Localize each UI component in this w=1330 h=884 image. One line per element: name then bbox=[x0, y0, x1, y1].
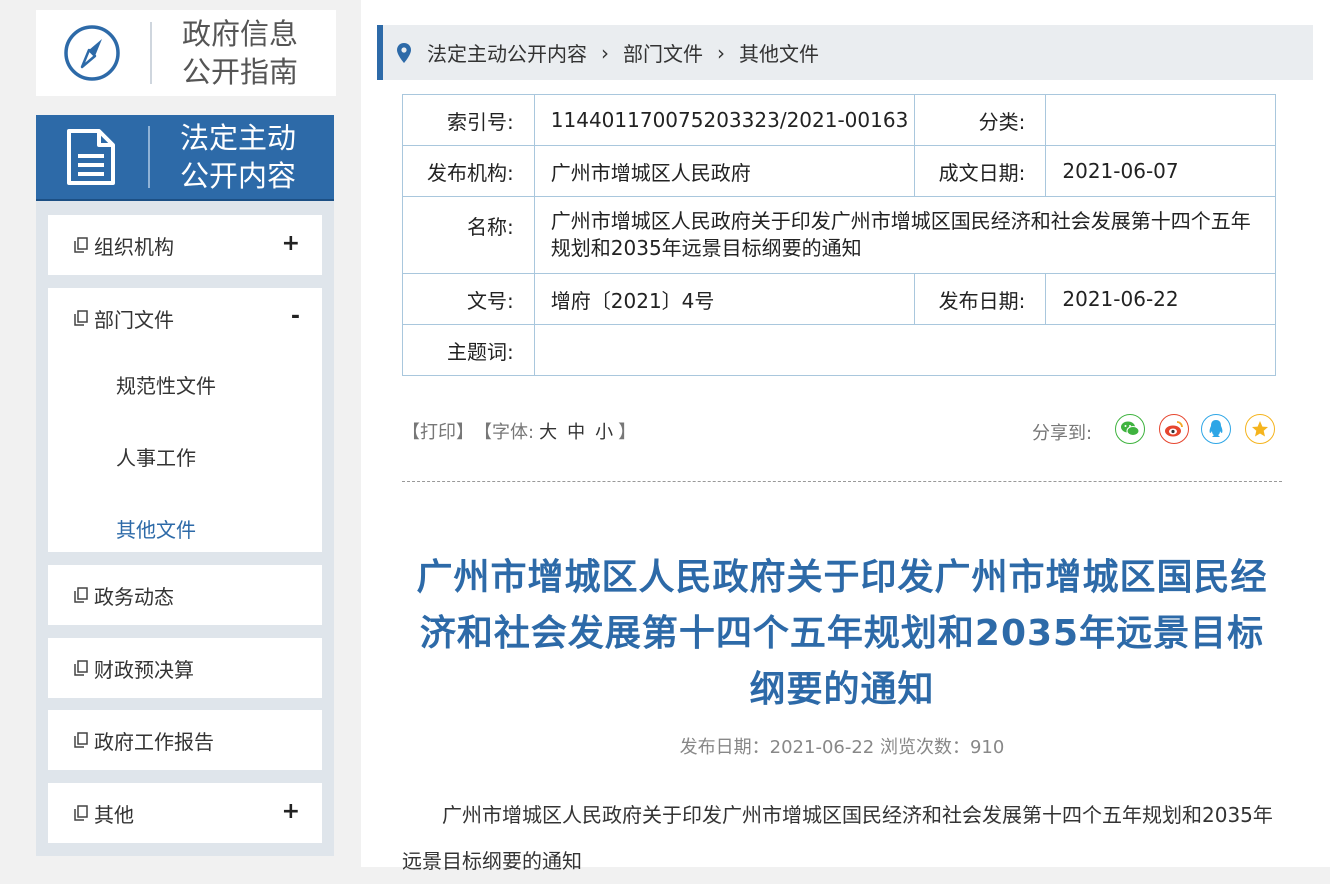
sub-item-normative[interactable]: 规范性文件 bbox=[48, 348, 322, 420]
font-large-button[interactable]: 大 bbox=[539, 418, 557, 444]
nav-item-budget[interactable]: 财政预决算 bbox=[48, 638, 322, 698]
nav-news: 政务动态 bbox=[48, 565, 322, 625]
breadcrumb-item-dept[interactable]: 部门文件 bbox=[623, 38, 703, 67]
publish-date-value: 2021-06-22 bbox=[1045, 273, 1276, 325]
weibo-icon[interactable] bbox=[1159, 414, 1189, 444]
nav-item-label: 政务动态 bbox=[94, 584, 174, 609]
nav-item-label: 其他 bbox=[94, 802, 134, 827]
doc-no-value: 增府〔2021〕4号 bbox=[533, 273, 915, 325]
nav-item-other[interactable]: 其他 + bbox=[48, 783, 322, 843]
document-info-table: 索引号: 114401170075203323/2021-00163 分类: 发… bbox=[402, 94, 1277, 376]
category-value bbox=[1045, 94, 1276, 146]
chevron-right-icon: › bbox=[717, 40, 725, 65]
doc-copy-icon bbox=[74, 237, 88, 253]
nav-item-label: 部门文件 bbox=[94, 307, 174, 332]
keywords-label: 主题词: bbox=[402, 324, 535, 376]
divider bbox=[150, 22, 152, 84]
font-size-prefix: 【字体: bbox=[474, 422, 535, 443]
nav-dept: 部门文件 - 规范性文件 人事工作 其他文件 bbox=[48, 288, 322, 552]
legal-content-title: 法定主动公开内容 bbox=[180, 121, 297, 193]
sub-item-personnel[interactable]: 人事工作 bbox=[48, 420, 322, 492]
divider bbox=[148, 126, 150, 188]
nav-item-dept-files[interactable]: 部门文件 - bbox=[48, 288, 322, 348]
table-row: 文号: 增府〔2021〕4号 发布日期: 2021-06-22 bbox=[402, 273, 1276, 325]
name-label: 名称: bbox=[402, 196, 535, 274]
name-value: 广州市增城区人民政府关于印发广州市增城区国民经济和社会发展第十四个五年规划和20… bbox=[533, 196, 1277, 274]
category-label: 分类: bbox=[913, 94, 1047, 146]
breadcrumb-item-legal[interactable]: 法定主动公开内容 bbox=[427, 38, 587, 67]
breadcrumb-item-other[interactable]: 其他文件 bbox=[739, 38, 819, 67]
location-pin-icon bbox=[397, 42, 411, 63]
font-small-button[interactable]: 小 bbox=[595, 418, 613, 444]
doc-no-label: 文号: bbox=[402, 273, 535, 325]
qzone-icon[interactable] bbox=[1245, 414, 1275, 444]
written-date-label: 成文日期: bbox=[913, 145, 1047, 197]
doc-copy-icon bbox=[74, 805, 88, 821]
nav-item-label: 组织机构 bbox=[94, 234, 174, 259]
font-size-suffix: 】 bbox=[618, 422, 637, 443]
guide-title: 政府信息公开指南 bbox=[182, 17, 299, 89]
doc-copy-icon bbox=[74, 587, 88, 603]
share-label: 分享到: bbox=[1032, 423, 1093, 444]
nav-item-gov-news[interactable]: 政务动态 bbox=[48, 565, 322, 625]
legal-content-header[interactable]: 法定主动公开内容 bbox=[36, 115, 334, 201]
doc-copy-icon bbox=[74, 310, 88, 326]
guide-link[interactable]: 政府信息公开指南 bbox=[36, 10, 336, 96]
nav-item-org[interactable]: 组织机构 + bbox=[48, 215, 322, 275]
divider bbox=[402, 481, 1282, 482]
keywords-value bbox=[533, 324, 1277, 376]
index-label: 索引号: bbox=[402, 94, 535, 146]
nav-org: 组织机构 + bbox=[48, 215, 322, 275]
table-row: 索引号: 114401170075203323/2021-00163 分类: bbox=[402, 94, 1276, 146]
expand-toggle[interactable]: + bbox=[282, 231, 300, 256]
collapse-toggle[interactable]: - bbox=[291, 304, 300, 329]
doc-copy-icon bbox=[74, 660, 88, 676]
document-icon bbox=[67, 129, 115, 185]
sub-item-other-files[interactable]: 其他文件 bbox=[48, 492, 322, 564]
nav-item-label: 财政预决算 bbox=[94, 657, 194, 682]
wechat-icon[interactable] bbox=[1115, 414, 1145, 444]
nav-other: 其他 + bbox=[48, 783, 322, 843]
publish-date-label: 发布日期: bbox=[913, 273, 1047, 325]
nav-budget: 财政预决算 bbox=[48, 638, 322, 698]
publisher-label: 发布机构: bbox=[402, 145, 535, 197]
qq-icon[interactable] bbox=[1201, 414, 1231, 444]
sidebar-nav: 组织机构 + 部门文件 - 规范性文件 人事工作 其他文件 政务动态 财政预决算… bbox=[36, 201, 334, 856]
expand-toggle[interactable]: + bbox=[282, 799, 300, 824]
nav-item-label: 政府工作报告 bbox=[94, 729, 214, 754]
article-meta: 发布日期：2021-06-22 浏览次数：910 bbox=[679, 737, 1005, 758]
table-row: 名称: 广州市增城区人民政府关于印发广州市增城区国民经济和社会发展第十四个五年规… bbox=[402, 196, 1277, 274]
compass-icon bbox=[64, 25, 120, 81]
table-row: 主题词: bbox=[402, 324, 1277, 376]
doc-copy-icon bbox=[74, 732, 88, 748]
publisher-value: 广州市增城区人民政府 bbox=[533, 145, 915, 197]
main-content: 法定主动公开内容 › 部门文件 › 其他文件 索引号: 114401170075… bbox=[361, 0, 1330, 873]
font-medium-button[interactable]: 中 bbox=[567, 418, 585, 444]
article-title: 广州市增城区人民政府关于印发广州市增城区国民经济和社会发展第十四个五年规划和20… bbox=[416, 557, 1268, 710]
table-row: 发布机构: 广州市增城区人民政府 成文日期: 2021-06-07 bbox=[402, 145, 1276, 197]
written-date-value: 2021-06-07 bbox=[1045, 145, 1276, 197]
article-body: 广州市增城区人民政府关于印发广州市增城区国民经济和社会发展第十四个五年规划和20… bbox=[402, 803, 1273, 873]
index-value: 114401170075203323/2021-00163 bbox=[533, 94, 915, 146]
chevron-right-icon: › bbox=[601, 40, 609, 65]
nav-report: 政府工作报告 bbox=[48, 710, 322, 770]
article-tools: 【打印】 【字体: 大 中 小 】 分享到: bbox=[402, 414, 1282, 448]
print-button[interactable]: 【打印】 bbox=[402, 418, 474, 444]
breadcrumb: 法定主动公开内容 › 部门文件 › 其他文件 bbox=[377, 25, 1313, 80]
nav-item-work-report[interactable]: 政府工作报告 bbox=[48, 710, 322, 770]
